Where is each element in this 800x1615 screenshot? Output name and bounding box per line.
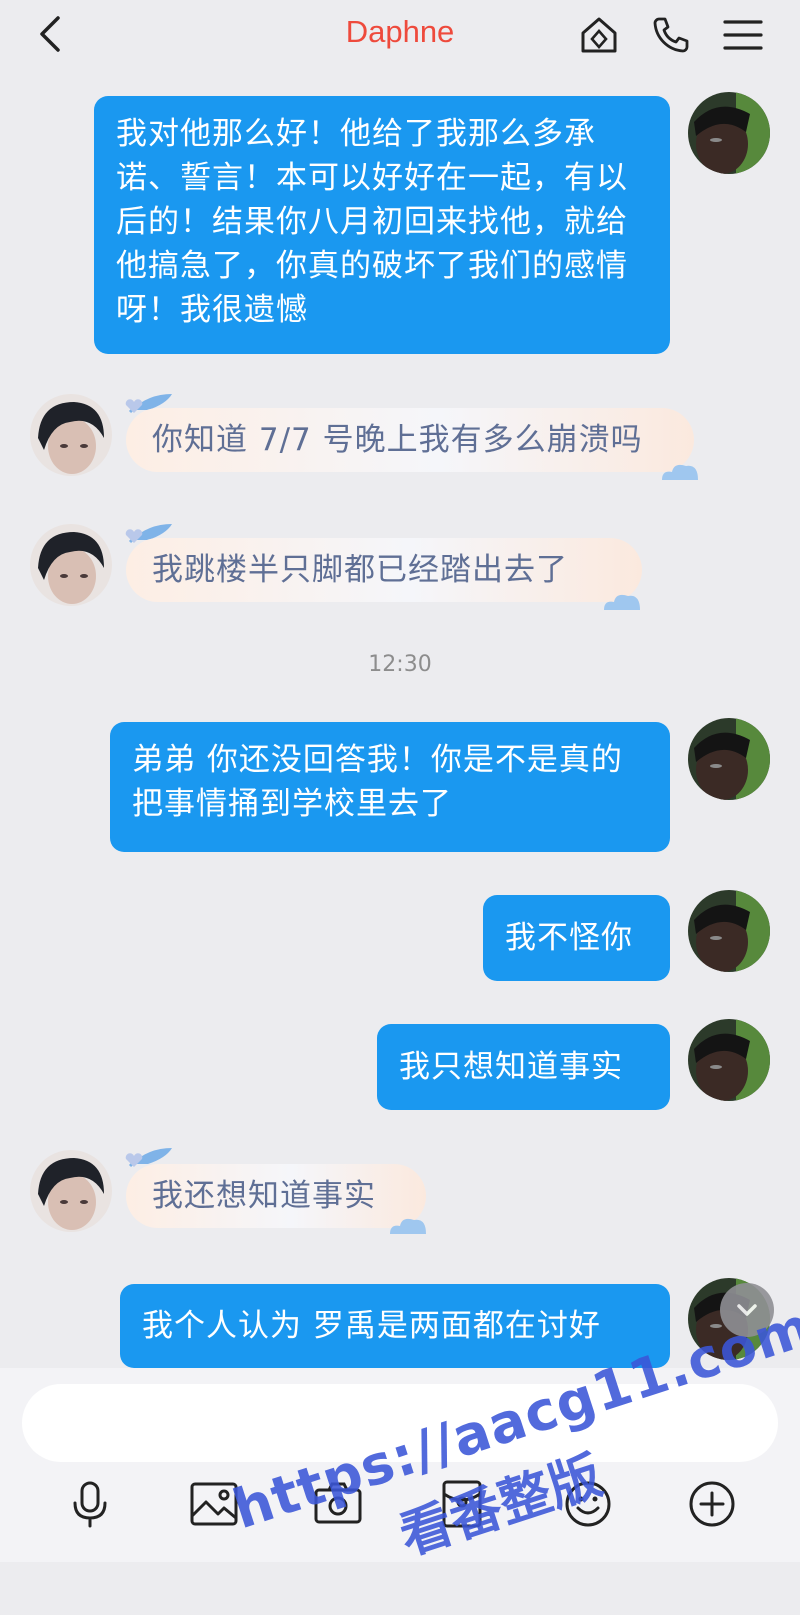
message-bubble-outgoing[interactable]: 我只想知道事实 — [377, 1024, 670, 1110]
avatar-contact[interactable] — [30, 524, 112, 606]
cloud-decoration-icon — [658, 460, 702, 482]
plus-icon[interactable] — [686, 1478, 738, 1530]
message-bubble-incoming[interactable]: 我跳楼半只脚都已经踏出去了 — [126, 538, 642, 602]
avatar-self[interactable] — [688, 1019, 770, 1101]
home-icon[interactable] — [578, 14, 620, 56]
image-icon[interactable] — [188, 1478, 240, 1530]
red-packet-icon[interactable] — [436, 1478, 488, 1530]
message-bubble-outgoing[interactable]: 弟弟 你还没回答我！你是不是真的把事情捅到学校里去了 — [110, 722, 670, 852]
scroll-to-bottom-button[interactable] — [720, 1283, 774, 1337]
chat-header: Daphne — [0, 0, 800, 72]
avatar-contact[interactable] — [30, 394, 112, 476]
message-bubble-outgoing[interactable]: 我对他那么好！他给了我那么多承诺、誓言！本可以好好在一起，有以后的！结果你八月初… — [94, 96, 670, 354]
emoji-icon[interactable] — [562, 1478, 614, 1530]
message-bubble-incoming[interactable]: 你知道 7/7 号晚上我有多么崩溃吗 — [126, 408, 694, 472]
camera-icon[interactable] — [312, 1478, 364, 1530]
timestamp: 12:30 — [368, 652, 432, 677]
phone-icon[interactable] — [650, 14, 692, 56]
cloud-decoration-icon — [386, 1214, 430, 1236]
avatar-self[interactable] — [688, 890, 770, 972]
microphone-icon[interactable] — [64, 1478, 116, 1530]
avatar-contact[interactable] — [30, 1150, 112, 1232]
message-bubble-outgoing[interactable]: 我不怪你 — [483, 895, 670, 981]
message-bubble-incoming[interactable]: 我还想知道事实 — [126, 1164, 426, 1228]
heart-decoration-icon — [124, 1152, 144, 1168]
avatar-self[interactable] — [688, 718, 770, 800]
cloud-decoration-icon — [600, 590, 644, 612]
avatar-self[interactable] — [688, 92, 770, 174]
message-input[interactable] — [22, 1384, 778, 1462]
message-bubble-outgoing[interactable]: 我个人认为 罗禹是两面都在讨好 — [120, 1284, 670, 1368]
menu-icon[interactable] — [722, 14, 764, 56]
